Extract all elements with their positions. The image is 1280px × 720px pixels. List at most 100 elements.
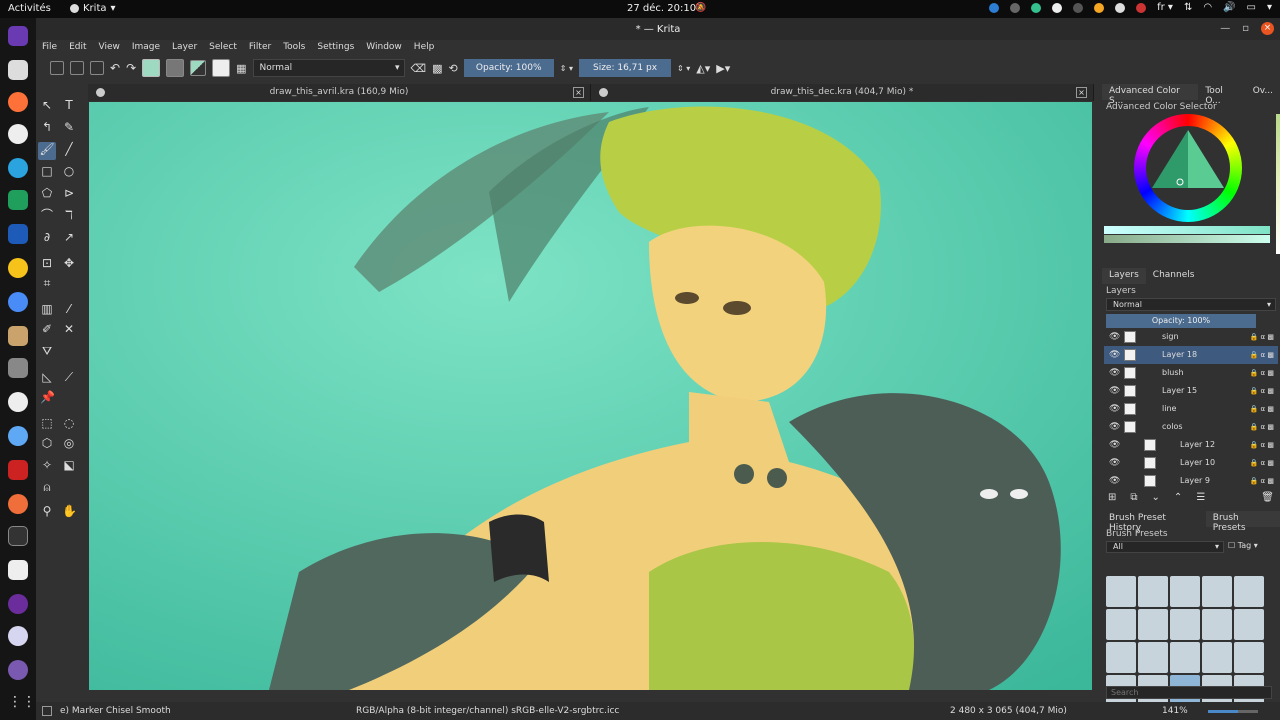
rectangle-tool-icon[interactable]: □	[40, 164, 54, 178]
tray-app-icon[interactable]	[1010, 2, 1021, 13]
visibility-icon[interactable]: 👁	[1109, 382, 1120, 400]
visibility-icon[interactable]: 👁	[1109, 436, 1120, 454]
docker-tab[interactable]: Brush Presets	[1205, 511, 1280, 533]
app-icon[interactable]	[8, 460, 28, 480]
multibrush-icon[interactable]: ↗	[62, 230, 76, 244]
line-tool-icon[interactable]: ╱	[62, 142, 76, 156]
grid-icon[interactable]: ▦	[236, 62, 246, 75]
layer-flags-icon[interactable]: 🔒 α ▩	[1250, 346, 1274, 364]
menu-select[interactable]: Select	[209, 42, 237, 52]
bluetooth-icon[interactable]	[1073, 2, 1084, 13]
wifi-icon[interactable]: ◠	[1203, 2, 1212, 13]
visibility-icon[interactable]: 👁	[1109, 454, 1120, 472]
tray-app-icon[interactable]	[1136, 2, 1147, 13]
fill-tool-icon[interactable]: ⛛	[40, 344, 54, 358]
brush-preset-thumbnail[interactable]	[1170, 576, 1200, 607]
calligraphy-icon[interactable]: ✎	[62, 120, 76, 134]
polyline-tool-icon[interactable]: ⊳	[62, 186, 76, 200]
gradient-icon[interactable]	[142, 59, 161, 77]
duplicate-layer-icon[interactable]: ⧉	[1130, 492, 1137, 503]
chromium-icon[interactable]	[8, 292, 28, 312]
brush-preset-thumbnail[interactable]	[1106, 576, 1136, 607]
brush-preset-icon[interactable]	[212, 59, 231, 77]
layer-flags-icon[interactable]: 🔒 α ▩	[1250, 400, 1274, 418]
app-menu[interactable]: Krita ▾	[70, 3, 116, 14]
freehand-brush-icon[interactable]: 🖌	[38, 142, 56, 160]
photoshop-icon[interactable]	[8, 26, 28, 46]
visibility-icon[interactable]: 👁	[1109, 418, 1120, 436]
menu-image[interactable]: Image	[132, 42, 160, 52]
add-layer-icon[interactable]: ⊞	[1108, 492, 1116, 503]
crop-tool-icon[interactable]: ⌗	[40, 276, 54, 290]
pan-tool-icon[interactable]: ✋	[62, 504, 77, 518]
color-selector[interactable]	[1102, 114, 1280, 254]
move-tool-icon[interactable]: ✥	[62, 256, 76, 270]
menu-edit[interactable]: Edit	[69, 42, 86, 52]
activities-button[interactable]: Activités	[8, 3, 51, 14]
layer-row[interactable]: 👁 Layer 18 🔒 α ▩	[1104, 346, 1278, 364]
minimize-button[interactable]: —	[1220, 23, 1230, 34]
network-icon[interactable]: ⇅	[1184, 2, 1192, 13]
tab-draw-this-dec[interactable]: draw_this_dec.kra (404,7 Mio) * ×	[591, 84, 1094, 101]
size-slider[interactable]: Size: 16,71 px	[578, 59, 671, 77]
close-tab-icon[interactable]: ×	[1076, 87, 1087, 98]
close-tab-icon[interactable]: ×	[573, 87, 584, 98]
docker-tab[interactable]: Advanced Color S...	[1102, 84, 1199, 106]
brush-preset-thumbnail[interactable]	[1138, 609, 1168, 640]
layer-opacity-slider[interactable]: Opacity: 100%	[1106, 314, 1256, 328]
layer-row[interactable]: 👁 line 🔒 α ▩	[1104, 400, 1278, 418]
menu-tools[interactable]: Tools	[283, 42, 305, 52]
color-picker-icon[interactable]: ⁄	[62, 302, 76, 316]
tray-app-icon[interactable]	[1094, 2, 1105, 13]
signal-icon[interactable]	[8, 426, 28, 446]
ellipse-select-icon[interactable]: ◌	[62, 416, 76, 430]
pattern-icon[interactable]	[166, 59, 185, 77]
text-tool-icon[interactable]: T	[62, 98, 76, 112]
opacity-slider[interactable]: Opacity: 100%	[463, 59, 554, 77]
assistant-tool-icon[interactable]: ◺	[40, 370, 54, 384]
show-apps-icon[interactable]: ⋮⋮	[8, 694, 36, 714]
polygon-select-icon[interactable]: ⬡	[40, 436, 54, 450]
layer-row[interactable]: 👁 Layer 15 🔒 α ▩	[1104, 382, 1278, 400]
spin-arrows-icon[interactable]: ⇕ ▾	[560, 64, 573, 73]
alpha-lock-icon[interactable]: ▩	[432, 62, 442, 75]
docker-tab[interactable]: Tool O...	[1198, 84, 1245, 106]
move-down-icon[interactable]: ⌄	[1152, 492, 1160, 503]
polygon-tool-icon[interactable]: ⬠	[40, 186, 54, 200]
krita-icon[interactable]	[8, 626, 28, 646]
color-palette-strip[interactable]	[1276, 114, 1280, 254]
visibility-icon[interactable]: 👁	[1109, 400, 1120, 418]
layer-row[interactable]: 👁 colos 🔒 α ▩	[1104, 418, 1278, 436]
tray-app-icon[interactable]	[1031, 2, 1042, 13]
layer-properties-icon[interactable]: ☰	[1196, 492, 1205, 503]
magic-wand-icon[interactable]: ✧	[40, 458, 54, 472]
similar-select-icon[interactable]: ⬕	[62, 458, 76, 472]
layer-flags-icon[interactable]: 🔒 α ▩	[1250, 382, 1274, 400]
ellipse-tool-icon[interactable]: ○	[62, 164, 76, 178]
clock[interactable]: 27 déc. 20:10	[627, 3, 696, 14]
tray-app-icon[interactable]	[1115, 2, 1126, 13]
eraser-icon[interactable]: ⌫	[411, 62, 427, 75]
docker-tab[interactable]: Ov...	[1246, 84, 1280, 100]
thunderbird-icon[interactable]	[8, 224, 28, 244]
saturation-triangle[interactable]	[1134, 114, 1242, 222]
drawing-canvas[interactable]	[89, 102, 1092, 690]
color-history-bar[interactable]	[1104, 226, 1270, 234]
reload-preset-icon[interactable]: ⟲	[449, 62, 458, 75]
telegram-icon[interactable]	[8, 158, 28, 178]
smart-patch-icon[interactable]: ✕	[62, 322, 76, 336]
tag-button[interactable]: ☐ Tag ▾	[1228, 541, 1258, 553]
hue-ring[interactable]	[1134, 114, 1242, 222]
app-icon[interactable]	[8, 258, 28, 278]
select-shapes-icon[interactable]: ↖	[40, 98, 54, 112]
layer-flags-icon[interactable]: 🔒 α ▩	[1250, 454, 1274, 472]
undo-icon[interactable]: ↶	[110, 61, 120, 75]
zoom-slider[interactable]	[1208, 710, 1258, 713]
visibility-icon[interactable]: 👁	[1109, 472, 1120, 490]
menu-layer[interactable]: Layer	[172, 42, 197, 52]
brush-preset-thumbnail[interactable]	[1202, 609, 1232, 640]
docker-tab[interactable]: Layers	[1102, 268, 1146, 284]
visibility-icon[interactable]: 👁	[1109, 364, 1120, 382]
brush-preset-thumbnail[interactable]	[1202, 642, 1232, 673]
language-indicator[interactable]: fr ▾	[1157, 2, 1173, 13]
